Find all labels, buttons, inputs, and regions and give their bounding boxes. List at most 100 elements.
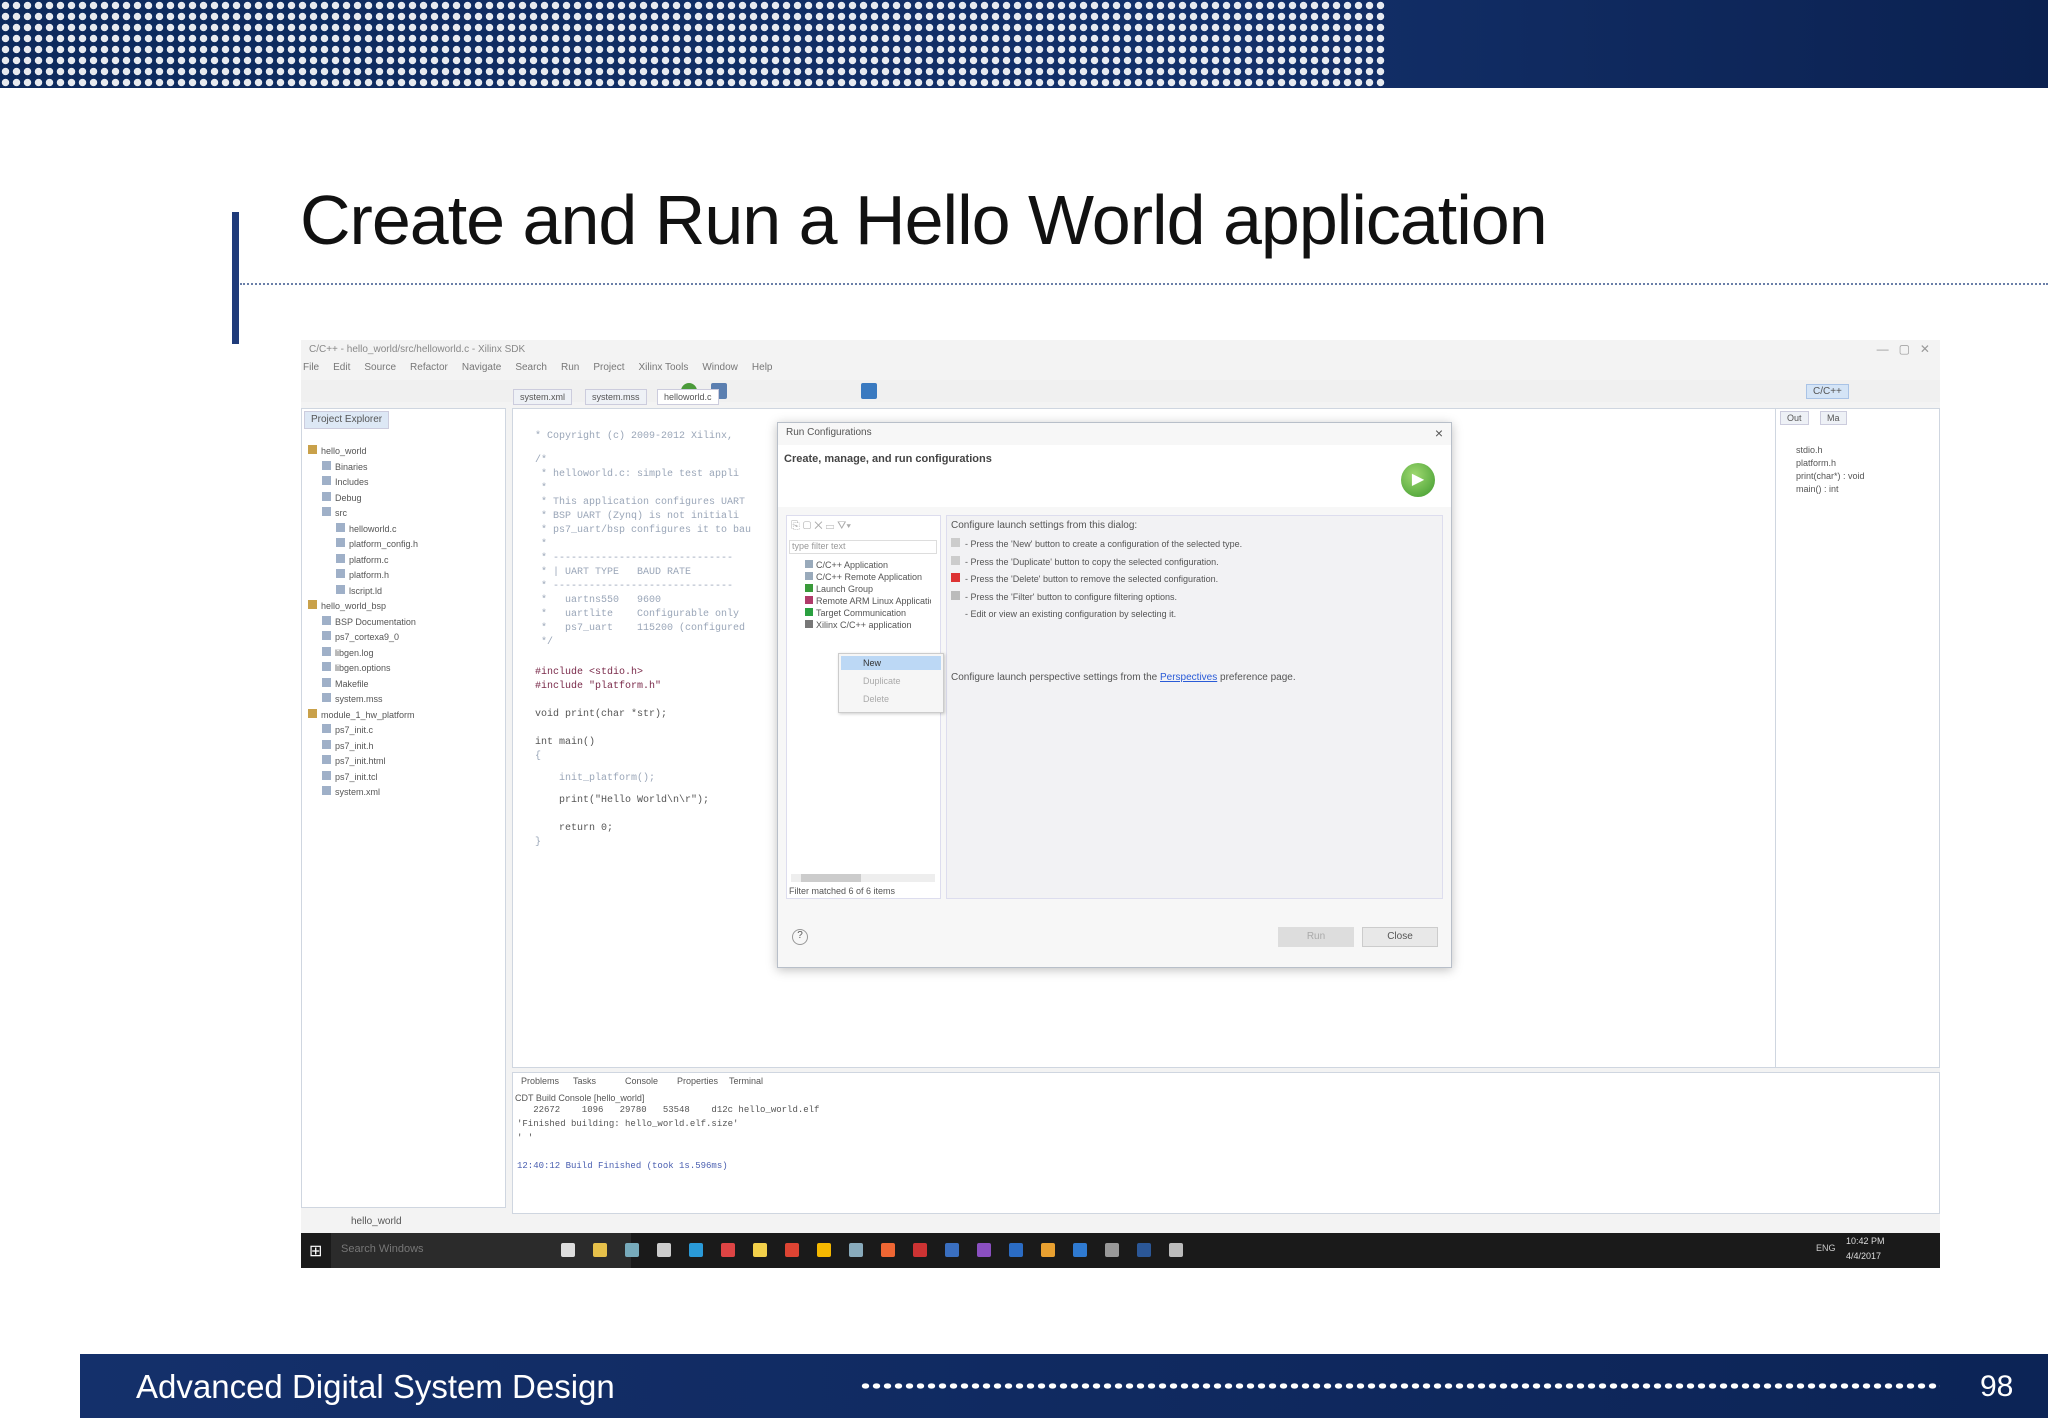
pdf-icon[interactable] bbox=[913, 1243, 927, 1257]
config-type-item[interactable]: Launch Group bbox=[805, 584, 931, 594]
menu-item[interactable]: Navigate bbox=[462, 362, 501, 373]
tree-item[interactable]: platform_config.h bbox=[336, 538, 418, 549]
close-button[interactable]: Close bbox=[1362, 927, 1438, 947]
outline-item[interactable]: platform.h bbox=[1796, 458, 1836, 468]
menu-item[interactable]: Run bbox=[561, 362, 579, 373]
tree-item[interactable]: system.mss bbox=[322, 693, 383, 704]
context-item-duplicate[interactable]: Duplicate bbox=[841, 674, 941, 688]
app4-icon[interactable] bbox=[1169, 1243, 1183, 1257]
taskbar-search[interactable]: Search Windows bbox=[331, 1233, 631, 1268]
menu-item[interactable]: Edit bbox=[333, 362, 350, 373]
tree-item[interactable]: system.xml bbox=[322, 786, 380, 797]
tab-problems[interactable]: Problems bbox=[517, 1075, 563, 1087]
ide-screenshot: C/C++ - hello_world/src/helloworld.c - X… bbox=[301, 340, 1940, 1268]
store-icon[interactable] bbox=[625, 1243, 639, 1257]
hint-row: - Press the 'Duplicate' button to copy t… bbox=[951, 555, 1219, 567]
outline-item[interactable]: stdio.h bbox=[1796, 445, 1823, 455]
help-icon[interactable]: ? bbox=[792, 929, 808, 945]
word2-icon[interactable] bbox=[1137, 1243, 1151, 1257]
config-type-item[interactable]: C/C++ Remote Application bbox=[805, 572, 931, 582]
chat-icon[interactable] bbox=[817, 1243, 831, 1257]
context-item-new[interactable]: New bbox=[841, 656, 941, 670]
tree-item[interactable]: ps7_cortexa9_0 bbox=[322, 631, 399, 642]
dialog-close-icon[interactable]: × bbox=[1435, 425, 1443, 441]
header-dot-pattern bbox=[0, 0, 1385, 88]
terminal-icon[interactable] bbox=[1105, 1243, 1119, 1257]
program-fpga-icon[interactable] bbox=[861, 383, 877, 399]
tree-item[interactable]: helloworld.c bbox=[336, 522, 397, 534]
perspectives-link[interactable]: Perspectives bbox=[1160, 672, 1217, 683]
config-type-item[interactable]: Xilinx C/C++ application bbox=[805, 620, 931, 630]
tree-item[interactable]: libgen.log bbox=[322, 646, 374, 658]
menu-item[interactable]: Help bbox=[752, 362, 773, 373]
menu-item[interactable]: Refactor bbox=[410, 362, 448, 373]
file-explorer-icon[interactable] bbox=[593, 1243, 607, 1257]
tree-item[interactable]: Debug bbox=[322, 491, 362, 503]
word-icon[interactable] bbox=[945, 1243, 959, 1257]
app3-icon[interactable] bbox=[1009, 1243, 1023, 1257]
context-item-delete[interactable]: Delete bbox=[841, 692, 941, 706]
outline-item[interactable]: main() : int bbox=[1796, 484, 1839, 494]
perspective-cpp[interactable]: C/C++ bbox=[1806, 384, 1849, 399]
tree-item[interactable]: libgen.options bbox=[322, 662, 391, 673]
menu-item[interactable]: Xilinx Tools bbox=[638, 362, 688, 373]
tree-item[interactable]: platform.h bbox=[336, 569, 389, 580]
menu-item[interactable]: Search bbox=[515, 362, 547, 373]
tree-item[interactable]: BSP Documentation bbox=[322, 615, 416, 627]
tree-item[interactable]: ps7_init.c bbox=[322, 724, 373, 735]
acrobat-icon[interactable] bbox=[785, 1243, 799, 1257]
tab-console[interactable]: Console bbox=[621, 1075, 663, 1087]
tree-item[interactable]: ps7_init.h bbox=[322, 739, 374, 751]
outlook-icon[interactable] bbox=[1073, 1243, 1087, 1257]
app2-icon[interactable] bbox=[849, 1243, 863, 1257]
config-type-item[interactable]: Remote ARM Linux Application bbox=[805, 596, 931, 606]
config-type-item[interactable]: C/C++ Application bbox=[805, 560, 931, 570]
tree-item[interactable]: lscript.ld bbox=[336, 584, 382, 596]
language-indicator[interactable]: ENG bbox=[1816, 1243, 1836, 1253]
tab-tasks[interactable]: Tasks bbox=[569, 1075, 600, 1087]
tree-item[interactable]: Includes bbox=[322, 476, 369, 487]
tab-system-xml[interactable]: system.xml bbox=[513, 389, 572, 405]
clock-date[interactable]: 4/4/2017 bbox=[1846, 1251, 1881, 1261]
tree-item[interactable]: hello_world_bsp bbox=[308, 600, 386, 611]
horizontal-scrollbar[interactable] bbox=[791, 874, 935, 882]
footer-dots bbox=[860, 1382, 1940, 1390]
tab-helloworld-c[interactable]: helloworld.c bbox=[657, 389, 719, 405]
config-type-item[interactable]: Target Communication bbox=[805, 608, 931, 618]
tree-item[interactable]: Makefile bbox=[322, 677, 369, 689]
tree-item[interactable]: hello_world bbox=[308, 445, 367, 456]
tree-item[interactable]: platform.c bbox=[336, 553, 389, 565]
tab-terminal[interactable]: Terminal bbox=[725, 1075, 767, 1087]
tab-out[interactable]: Out bbox=[1780, 411, 1809, 425]
window-controls[interactable]: — ▢ ✕ bbox=[1877, 342, 1930, 356]
menu-item[interactable]: Source bbox=[364, 362, 396, 373]
config-toolbar[interactable]: ⎘ ▢ ✕ ▭ ⛛▾ bbox=[791, 520, 851, 533]
tab-system-mss[interactable]: system.mss bbox=[585, 389, 647, 405]
menu-item[interactable]: Project bbox=[593, 362, 624, 373]
app-icon[interactable] bbox=[657, 1243, 671, 1257]
cortana-icon[interactable] bbox=[561, 1243, 575, 1257]
xilinx-icon[interactable] bbox=[881, 1243, 895, 1257]
tree-item[interactable]: Binaries bbox=[322, 460, 368, 472]
tree-item[interactable]: ps7_init.html bbox=[322, 755, 386, 766]
vivado-icon[interactable] bbox=[977, 1243, 991, 1257]
tree-item[interactable]: src bbox=[322, 507, 347, 518]
chrome-icon[interactable] bbox=[689, 1243, 703, 1257]
filter-input[interactable]: type filter text bbox=[789, 540, 937, 554]
windows-start-icon[interactable]: ⊞ bbox=[301, 1233, 331, 1268]
powerpoint-icon[interactable] bbox=[1041, 1243, 1055, 1257]
edge-icon[interactable] bbox=[721, 1243, 735, 1257]
tab-properties[interactable]: Properties bbox=[673, 1075, 722, 1087]
menu-item[interactable]: Window bbox=[702, 362, 738, 373]
tab-project-explorer[interactable]: Project Explorer bbox=[304, 411, 390, 429]
clock-time[interactable]: 10:42 PM bbox=[1846, 1236, 1885, 1246]
dialog-banner: Create, manage, and run configurations ▶ bbox=[778, 445, 1451, 507]
menu-item[interactable]: File bbox=[303, 362, 319, 373]
tree-item-label: hello_world_bsp bbox=[321, 601, 387, 611]
run-button[interactable]: Run bbox=[1278, 927, 1354, 947]
tab-ma[interactable]: Ma bbox=[1820, 411, 1847, 425]
tree-item[interactable]: ps7_init.tcl bbox=[322, 770, 378, 782]
tree-item[interactable]: module_1_hw_platform bbox=[308, 708, 415, 720]
sticky-icon[interactable] bbox=[753, 1243, 767, 1257]
outline-item[interactable]: print(char*) : void bbox=[1796, 471, 1865, 481]
